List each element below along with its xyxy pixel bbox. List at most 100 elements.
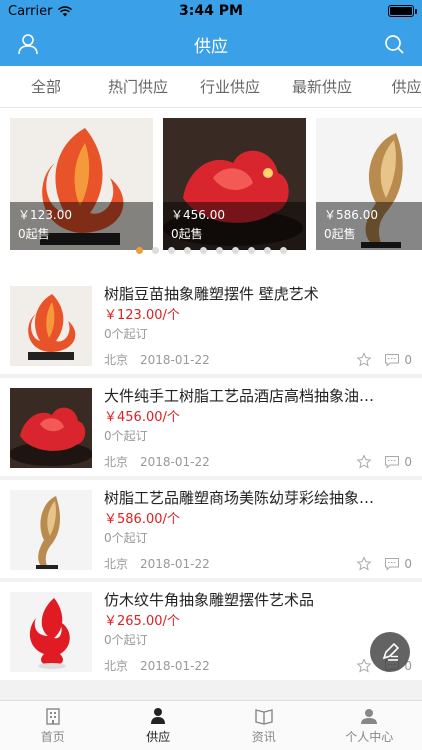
favorite-button[interactable] — [356, 555, 372, 572]
star-icon — [356, 453, 372, 468]
pagination-dot[interactable] — [135, 247, 143, 254]
slide-price: ￥123.00 — [18, 208, 72, 222]
tab-latest[interactable]: 最新供应 — [276, 76, 368, 97]
product-name: 树脂豆苗抽象雕塑摆件 壁虎艺术 — [104, 285, 319, 303]
supply-icon — [151, 708, 166, 724]
product-thumbnail — [10, 286, 92, 366]
comment-count: 0 — [404, 454, 412, 469]
tabbar-item-profile[interactable]: 个人中心 — [317, 701, 422, 750]
pagination-dot[interactable] — [183, 247, 191, 254]
user-icon — [18, 34, 38, 55]
product-name: 树脂工艺品雕塑商场美陈幼芽彩绘抽象… — [104, 489, 375, 507]
tabbar-label: 首页 — [40, 730, 65, 744]
star-icon — [356, 555, 372, 570]
product-price: ￥456.00/个 — [104, 410, 180, 425]
product-list[interactable]: 树脂豆苗抽象雕塑摆件 壁虎艺术 ￥123.00/个 0个起订 北京 2018-0… — [0, 276, 422, 700]
tabbar-item-supply[interactable]: 供应 — [106, 701, 212, 750]
comment-count: 0 — [404, 556, 412, 571]
product-name: 大件纯手工树脂工艺品酒店高档抽象油… — [104, 387, 375, 405]
tabbar-item-news[interactable]: 资讯 — [211, 701, 317, 750]
comment-icon — [385, 353, 400, 367]
product-carousel[interactable]: ￥123.00 0起售 ￥456.00 0起售 ￥586.00 0起售 — [0, 108, 422, 260]
comment-count: 0 — [404, 352, 412, 367]
wifi-icon — [58, 5, 73, 16]
edit-icon — [382, 642, 400, 661]
product-price: ￥123.00/个 — [104, 308, 180, 323]
book-icon — [255, 709, 273, 725]
list-item[interactable]: 仿木纹牛角抽象雕塑摆件艺术品 ￥265.00/个 0个起订 北京 2018-01… — [0, 582, 422, 680]
comment-button[interactable]: 0 — [384, 557, 412, 571]
favorite-button[interactable] — [356, 351, 372, 368]
tab-industry[interactable]: 行业供应 — [184, 76, 276, 97]
profile-button[interactable] — [10, 26, 46, 62]
tabbar-label: 供应 — [146, 730, 171, 744]
product-thumbnail — [10, 490, 92, 570]
building-icon — [46, 708, 60, 725]
product-city: 北京 — [104, 353, 129, 367]
list-item[interactable]: 大件纯手工树脂工艺品酒店高档抽象油… ￥456.00/个 0个起订 北京 201… — [0, 378, 422, 476]
product-min-order: 0个起订 — [104, 429, 148, 443]
slide-info: ￥123.00 0起售 — [10, 202, 153, 250]
slide-min-order: 0起售 — [171, 227, 203, 241]
pagination-dot[interactable] — [199, 247, 207, 254]
star-icon — [356, 351, 372, 366]
category-tabs: 全部 热门供应 行业供应 最新供应 供应商 — [0, 66, 422, 108]
product-min-order: 0个起订 — [104, 633, 148, 647]
page-title: 供应 — [194, 36, 228, 57]
slide-price: ￥456.00 — [171, 208, 225, 222]
tabbar-label: 个人中心 — [345, 730, 394, 744]
product-city: 北京 — [104, 557, 129, 571]
product-city: 北京 — [104, 455, 129, 469]
search-button[interactable] — [376, 26, 412, 62]
product-date: 2018-01-22 — [140, 454, 210, 469]
pagination-dot[interactable] — [151, 247, 159, 254]
product-date: 2018-01-22 — [140, 658, 210, 673]
carousel-slide[interactable]: ￥456.00 0起售 — [163, 118, 306, 250]
favorite-button[interactable] — [356, 657, 372, 674]
pagination-dot[interactable] — [279, 247, 287, 254]
tab-all[interactable]: 全部 — [0, 76, 92, 97]
list-item[interactable]: 树脂豆苗抽象雕塑摆件 壁虎艺术 ￥123.00/个 0个起订 北京 2018-0… — [0, 276, 422, 374]
product-price: ￥265.00/个 — [104, 614, 180, 629]
status-bar: Carrier 3:44 PM — [0, 0, 422, 22]
product-city: 北京 — [104, 659, 129, 673]
star-icon — [356, 657, 372, 672]
bottom-tab-bar: 首页 供应 资讯 个人中心 — [0, 700, 422, 750]
tab-suppliers[interactable]: 供应商 — [368, 76, 422, 97]
pagination-dot[interactable] — [231, 247, 239, 254]
list-item[interactable]: 树脂工艺品雕塑商场美陈幼芽彩绘抽象… ￥586.00/个 0个起订 北京 201… — [0, 480, 422, 578]
publish-fab-button[interactable] — [370, 632, 410, 672]
nav-bar: 供应 — [0, 22, 422, 66]
pagination-dot[interactable] — [263, 247, 271, 254]
product-thumbnail — [10, 592, 92, 672]
carousel-slide[interactable]: ￥123.00 0起售 — [10, 118, 153, 250]
tabbar-item-home[interactable]: 首页 — [0, 701, 106, 750]
search-icon — [385, 35, 404, 54]
product-price: ￥586.00/个 — [104, 512, 180, 527]
slide-min-order: 0起售 — [324, 227, 356, 241]
carousel-slide[interactable]: ￥586.00 0起售 — [316, 118, 422, 250]
slide-info: ￥456.00 0起售 — [163, 202, 306, 250]
favorite-button[interactable] — [356, 453, 372, 470]
tab-hot[interactable]: 热门供应 — [92, 76, 184, 97]
comment-icon — [385, 557, 400, 571]
product-min-order: 0个起订 — [104, 327, 148, 341]
slide-price: ￥586.00 — [324, 208, 378, 222]
product-date: 2018-01-22 — [140, 352, 210, 367]
pagination-dot[interactable] — [215, 247, 223, 254]
pagination-dot[interactable] — [167, 247, 175, 254]
comment-button[interactable]: 0 — [384, 353, 412, 367]
user-center-icon — [361, 709, 378, 724]
slide-min-order: 0起售 — [18, 227, 50, 241]
product-name: 仿木纹牛角抽象雕塑摆件艺术品 — [104, 591, 315, 609]
carrier-label: Carrier — [8, 3, 53, 19]
pagination-dot[interactable] — [247, 247, 255, 254]
comment-icon — [385, 455, 400, 469]
product-thumbnail — [10, 388, 92, 468]
comment-button[interactable]: 0 — [384, 455, 412, 469]
battery-icon — [388, 5, 417, 17]
product-date: 2018-01-22 — [140, 556, 210, 571]
tabbar-label: 资讯 — [251, 730, 276, 744]
product-min-order: 0个起订 — [104, 531, 148, 545]
carousel-pagination — [0, 247, 422, 254]
